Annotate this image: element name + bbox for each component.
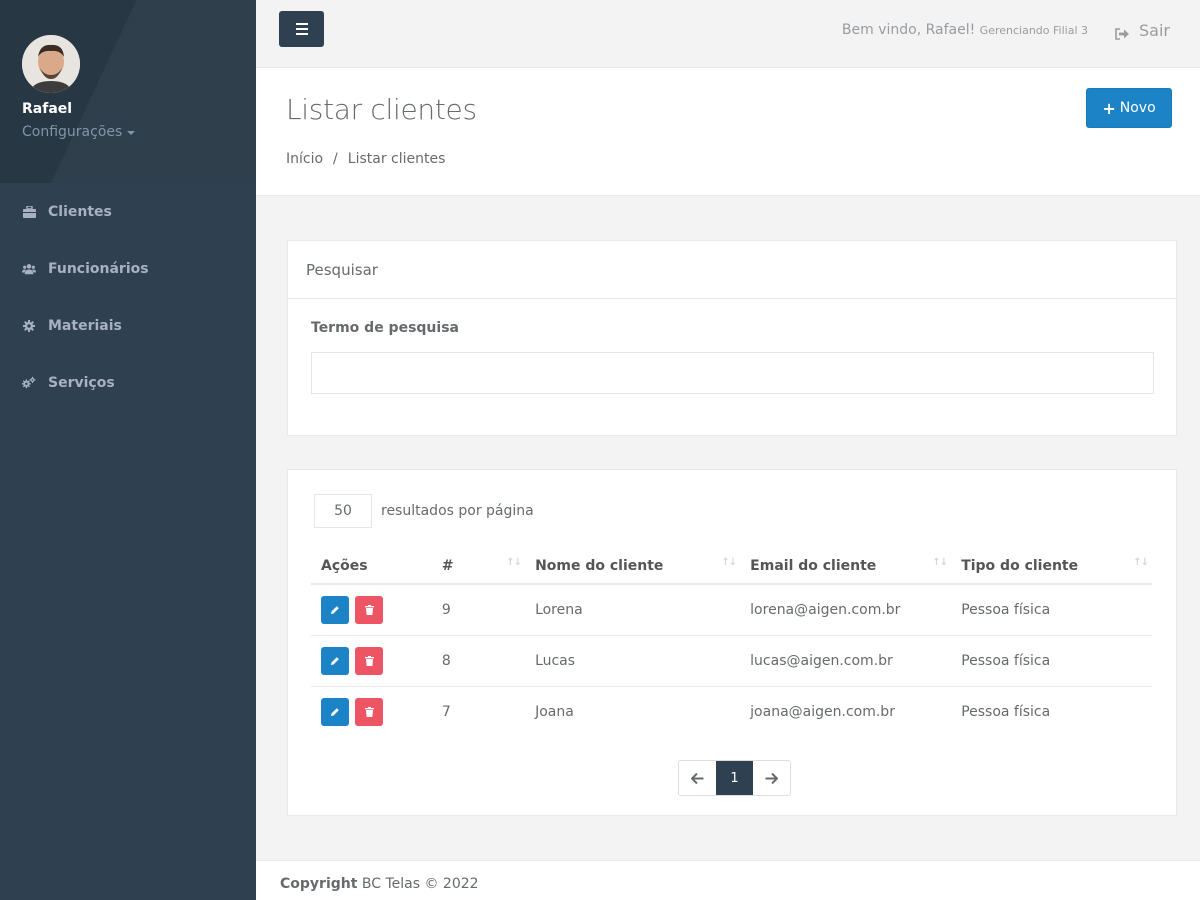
edit-button[interactable] xyxy=(321,697,349,726)
sidebar-item-funcionarios[interactable]: Funcionários xyxy=(0,240,256,297)
user-config-dropdown[interactable]: Configurações xyxy=(22,124,256,140)
search-panel: Pesquisar Termo de pesquisa xyxy=(287,240,1177,436)
table-row: 8 Lucas lucas@aigen.com.br Pessoa física xyxy=(311,635,1152,687)
sort-icon: ↑↓ xyxy=(721,557,737,568)
sidebar-item-clientes[interactable]: Clientes xyxy=(0,183,256,240)
sidebar-item-label: Materiais xyxy=(48,317,122,334)
page-heading: Listar clientes Início / Listar clientes… xyxy=(256,68,1200,196)
clients-table-panel: 50 resultados por página Ações # ↑↓ Nome … xyxy=(287,469,1177,816)
per-page-label: resultados por página xyxy=(381,503,534,519)
previous-page-button[interactable] xyxy=(679,761,716,795)
delete-button[interactable] xyxy=(355,697,383,726)
caret-down-icon xyxy=(127,131,136,135)
pagination: 1 xyxy=(678,760,791,796)
top-navbar: Bem vindo, Rafael! Gerenciando Filial 3 … xyxy=(256,0,1200,68)
client-id: 7 xyxy=(441,703,451,720)
user-name: Rafael xyxy=(22,101,73,117)
column-header-id[interactable]: # ↑↓ xyxy=(431,548,526,585)
trash-icon xyxy=(364,604,374,615)
actions-cell xyxy=(311,635,432,687)
table-header-row: Ações # ↑↓ Nome do cliente ↑↓ Email do cli… xyxy=(311,548,1152,585)
client-name: Lorena xyxy=(525,584,741,636)
client-type: Pessoa física xyxy=(951,584,1152,636)
pencil-icon xyxy=(331,656,339,665)
logout-link[interactable]: Sair xyxy=(1115,21,1170,40)
page-button-current[interactable]: 1 xyxy=(716,761,753,795)
sidebar-item-label: Serviços xyxy=(48,374,115,391)
client-email: lucas@aigen.com.br xyxy=(740,635,952,687)
sidebar-item-servicos[interactable]: Serviços xyxy=(0,354,256,411)
per-page-select[interactable]: 50 xyxy=(314,494,372,528)
users-icon xyxy=(22,262,36,276)
gears-icon xyxy=(22,376,36,390)
sidebar-item-label: Funcionários xyxy=(48,260,149,277)
trash-icon xyxy=(364,655,374,666)
gear-icon xyxy=(22,319,36,333)
client-type: Pessoa física xyxy=(961,703,1051,720)
column-header-email[interactable]: Email do cliente ↑↓ xyxy=(740,548,952,585)
actions-cell xyxy=(311,686,432,737)
edit-button[interactable] xyxy=(321,646,349,675)
logout-label: Sair xyxy=(1139,21,1170,40)
per-page-control: 50 resultados por página xyxy=(314,494,534,528)
sidebar-item-materiais[interactable]: Materiais xyxy=(0,297,256,354)
client-type: Pessoa física xyxy=(951,635,1152,687)
profile-area: Rafael Configurações xyxy=(0,0,256,183)
avatar[interactable] xyxy=(22,35,80,93)
arrow-right-icon xyxy=(765,772,778,784)
plus-icon: + xyxy=(1102,98,1116,118)
welcome-message: Bem vindo, Rafael! Gerenciando Filial 3 xyxy=(842,22,1088,38)
client-email: lorena@aigen.com.br xyxy=(740,584,952,636)
edit-button[interactable] xyxy=(321,595,349,624)
new-button-label: Novo xyxy=(1119,100,1156,116)
delete-button[interactable] xyxy=(355,646,383,675)
menu-toggle-button[interactable] xyxy=(279,11,324,47)
avatar-image xyxy=(22,35,80,93)
search-input[interactable] xyxy=(311,352,1154,394)
copyright-text: BC Telas © 2022 xyxy=(361,876,479,892)
sidebar-nav: Clientes Funcionários Materiais Serviços xyxy=(0,183,256,411)
welcome-text: Bem vindo, Rafael! xyxy=(841,22,976,38)
copyright-label: Copyright xyxy=(280,876,358,892)
sort-icon: ↑↓ xyxy=(506,557,522,568)
column-header-name[interactable]: Nome do cliente ↑↓ xyxy=(525,548,741,585)
arrow-left-icon xyxy=(691,772,704,784)
sort-icon: ↑↓ xyxy=(1133,557,1149,568)
sign-out-icon xyxy=(1115,25,1130,40)
trash-icon xyxy=(364,706,374,717)
breadcrumb-current: Listar clientes xyxy=(347,151,446,167)
user-config-label: Configurações xyxy=(22,124,123,140)
search-term-label: Termo de pesquisa xyxy=(311,320,459,336)
actions-cell xyxy=(311,584,432,636)
client-id: 9 xyxy=(431,584,526,636)
hamburger-icon-bar xyxy=(295,33,308,35)
breadcrumb-home[interactable]: Início xyxy=(286,151,323,167)
briefcase-icon xyxy=(22,205,36,219)
new-client-button[interactable]: + Novo xyxy=(1086,88,1172,128)
breadcrumb: Início / Listar clientes xyxy=(286,151,445,167)
pencil-icon xyxy=(331,707,339,716)
client-email: joana@aigen.com.br xyxy=(750,703,895,720)
table-row: 9 Lorena lorena@aigen.com.br Pessoa físi… xyxy=(311,584,1152,636)
client-name: Lucas xyxy=(525,635,741,687)
clients-table: Ações # ↑↓ Nome do cliente ↑↓ Email do cli… xyxy=(311,548,1152,737)
column-header-actions: Ações xyxy=(311,548,432,585)
branch-text: Gerenciando Filial 3 xyxy=(979,24,1088,37)
next-page-button[interactable] xyxy=(753,761,790,795)
footer: Copyright BC Telas © 2022 xyxy=(256,860,1200,900)
hamburger-icon-bar xyxy=(295,23,308,25)
delete-button[interactable] xyxy=(355,595,383,624)
client-name: Joana xyxy=(535,703,574,720)
hamburger-icon-bar xyxy=(295,28,308,30)
sidebar: Rafael Configurações Clientes Funcionári… xyxy=(0,0,256,900)
page-title: Listar clientes xyxy=(286,93,477,126)
table-row: 7 Joana joana@aigen.com.br Pessoa física xyxy=(311,686,1152,737)
breadcrumb-separator: / xyxy=(333,151,338,167)
search-panel-title: Pesquisar xyxy=(288,241,1176,299)
client-id: 8 xyxy=(431,635,526,687)
pencil-icon xyxy=(331,605,339,614)
sidebar-item-label: Clientes xyxy=(48,203,112,220)
sort-icon: ↑↓ xyxy=(932,557,948,568)
column-header-type[interactable]: Tipo do cliente ↑↓ xyxy=(951,548,1152,585)
